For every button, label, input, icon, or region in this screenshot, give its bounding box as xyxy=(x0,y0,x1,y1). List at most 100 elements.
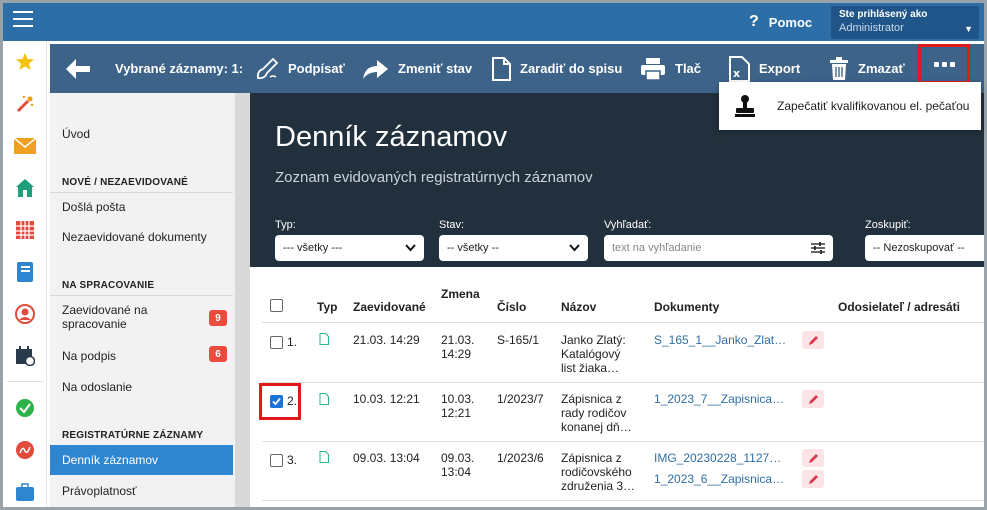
caret-down-icon: ▼ xyxy=(964,24,973,34)
search-input[interactable]: text na vyhľadanie xyxy=(604,235,833,261)
chevron-down-icon xyxy=(405,244,416,252)
pen-signature-icon xyxy=(256,57,279,79)
seal-qualified-menu-item[interactable]: Zapečatiť kvalifikovanou el. pečaťou xyxy=(777,99,969,113)
change-state-label: Zmeniť stav xyxy=(398,61,473,76)
edit-pencil-button[interactable] xyxy=(802,390,824,408)
col-name[interactable]: Názov xyxy=(561,300,596,314)
check-circle-icon[interactable] xyxy=(14,397,36,419)
row-index: 3. xyxy=(287,453,298,467)
user-name: Administrator xyxy=(839,22,904,34)
trash-icon xyxy=(830,56,848,80)
ellipsis-icon xyxy=(933,61,955,67)
filter-type-select[interactable]: --- všetky --- xyxy=(275,235,424,261)
file-into-folder-button[interactable]: Zaradiť do spisu xyxy=(491,44,622,93)
pencil-icon xyxy=(808,474,818,484)
col-sender[interactable]: Odosielateľ / adresáti xyxy=(838,300,960,314)
col-change-spacer xyxy=(441,303,481,315)
edit-pencil-button[interactable] xyxy=(802,449,824,467)
row-change-date: 09.03. xyxy=(441,451,475,465)
sidebar-item-to-send[interactable]: Na odoslanie xyxy=(50,380,233,394)
home-icon[interactable] xyxy=(14,177,36,199)
sidebar-scrollbar[interactable] xyxy=(235,93,250,507)
more-actions-button[interactable] xyxy=(918,44,970,84)
filter-group-select[interactable]: -- Nezoskupovať -- xyxy=(865,235,984,261)
user-menu[interactable]: Ste prihlásený ako Administrator ▼ xyxy=(831,6,979,39)
sidebar-item-to-sign[interactable]: Na podpis xyxy=(50,349,233,363)
user-circle-icon[interactable] xyxy=(14,303,36,325)
filter-group-label: Zoskupiť: xyxy=(865,219,911,231)
row-document-link[interactable]: S_165_1__Janko_Zlat… xyxy=(654,333,786,348)
col-type[interactable]: Typ xyxy=(317,300,337,314)
notebook-icon[interactable] xyxy=(14,261,36,283)
excel-file-icon: x xyxy=(729,55,750,82)
calendar-clock-icon[interactable] xyxy=(14,345,36,367)
row-number: 1/2023/6 xyxy=(497,451,544,465)
row-registered: 10.03. 12:21 xyxy=(353,392,420,406)
row-name-line1: Zápisnica z xyxy=(561,392,622,406)
filter-state-label: Stav: xyxy=(439,219,465,231)
svg-text:x: x xyxy=(733,67,740,80)
sidebar-item-registered-processing[interactable]: Zaevidované na spracovanie xyxy=(50,303,200,331)
help-icon: ? xyxy=(749,13,759,30)
sidebar-item-incoming-mail[interactable]: Došlá pošta xyxy=(50,200,233,214)
row-registered: 21.03. 14:29 xyxy=(353,333,420,347)
row-index: 1. xyxy=(287,335,298,349)
back-button[interactable] xyxy=(65,44,91,93)
filter-state-select[interactable]: -- všetky -- xyxy=(439,235,588,261)
sidebar-item-unregistered[interactable]: Nezaevidované dokumenty xyxy=(50,230,233,244)
row-name-line3: list žiaka… xyxy=(561,361,620,375)
help-link[interactable]: ? Pomoc xyxy=(749,13,812,31)
sign-button[interactable]: Podpísať xyxy=(255,44,345,93)
print-button[interactable]: Tlač xyxy=(640,44,701,93)
document-type-icon xyxy=(319,451,329,463)
row-name-line2: rady rodičov xyxy=(561,406,627,420)
edit-pencil-button[interactable] xyxy=(802,470,824,488)
filter-search-label: Vyhľadať: xyxy=(604,219,652,231)
search-placeholder: text na vyhľadanie xyxy=(612,242,702,254)
rail-divider xyxy=(7,381,43,382)
signature-circle-icon[interactable] xyxy=(14,439,36,461)
select-all-checkbox[interactable] xyxy=(270,299,283,312)
change-state-button[interactable]: Zmeniť stav xyxy=(361,44,472,93)
col-registered[interactable]: Zaevidované xyxy=(353,300,426,314)
edit-pencil-button[interactable] xyxy=(802,331,824,349)
pencil-icon xyxy=(808,453,818,463)
row-document-link[interactable]: 1_2023_7__Zapisnica… xyxy=(654,392,784,407)
selection-highlight xyxy=(259,383,301,420)
filter-type-label: Typ: xyxy=(275,219,296,231)
page-subtitle: Zoznam evidovaných registratúrnych zázna… xyxy=(275,169,593,186)
selected-records-label: Vybrané záznamy: 1: xyxy=(115,61,244,76)
sign-label: Podpísať xyxy=(288,61,345,76)
sidebar-section-new: NOVÉ / NEZAEVIDOVANÉ xyxy=(50,177,233,193)
star-icon[interactable] xyxy=(14,51,36,73)
mail-icon[interactable] xyxy=(14,135,36,157)
row-number: S-165/1 xyxy=(497,333,540,347)
more-actions-dropdown: Zapečatiť kvalifikovanou el. pečaťou xyxy=(719,82,981,130)
col-number[interactable]: Číslo xyxy=(497,300,526,314)
row-change-time: 14:29 xyxy=(441,347,472,361)
page-title: Denník záznamov xyxy=(275,121,508,153)
row-document-link[interactable]: IMG_20230228_1127… xyxy=(654,451,781,466)
row-document-link[interactable]: 1_2023_6__Zapisnica… xyxy=(654,472,784,487)
sidebar-item-journal[interactable]: Denník záznamov xyxy=(50,445,233,475)
briefcase-icon[interactable] xyxy=(14,481,36,503)
sidebar-item-intro[interactable]: Úvod xyxy=(50,127,233,141)
sidebar-item-validity[interactable]: Právoplatnosť xyxy=(50,484,233,498)
row-name-line3: konanej dň… xyxy=(561,420,632,434)
row-name-line1: Janko Zlatý: xyxy=(561,333,626,347)
row-checkbox[interactable] xyxy=(270,454,283,467)
row-divider xyxy=(262,441,984,442)
row-change-date: 21.03. xyxy=(441,333,475,347)
pencil-icon xyxy=(808,394,818,404)
row-checkbox[interactable] xyxy=(270,336,283,349)
arrow-left-icon xyxy=(66,58,90,79)
row-name-line2: Katalógový xyxy=(561,347,621,361)
badge-to-sign-count: 6 xyxy=(209,346,227,362)
magic-wand-icon[interactable] xyxy=(14,93,36,115)
col-change[interactable]: Zmena xyxy=(441,287,480,301)
calendar-grid-icon[interactable] xyxy=(14,219,36,241)
hamburger-menu-icon[interactable] xyxy=(13,11,33,29)
document-type-icon xyxy=(319,393,329,405)
sidebar-section-processing: NA SPRACOVANIE xyxy=(50,280,233,296)
col-documents[interactable]: Dokumenty xyxy=(654,300,719,314)
